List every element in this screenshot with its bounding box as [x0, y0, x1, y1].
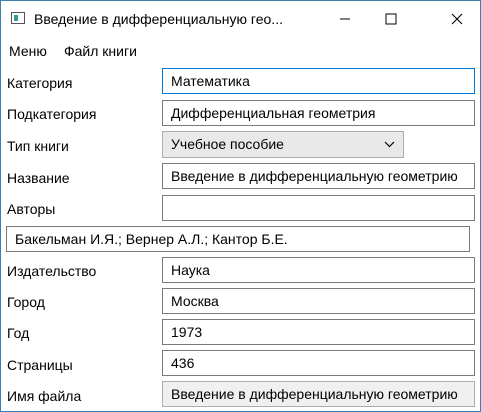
menu-item-menu[interactable]: Меню: [9, 43, 47, 59]
minimize-button[interactable]: [322, 1, 368, 37]
year-input[interactable]: 1973: [162, 319, 475, 345]
city-label: Город: [7, 294, 45, 310]
subcategory-input[interactable]: Дифференциальная геометрия: [162, 100, 475, 126]
chevron-down-icon: [384, 141, 395, 148]
authors-input[interactable]: [162, 195, 475, 221]
book-type-value: Учебное пособие: [171, 136, 284, 152]
year-label: Год: [7, 325, 30, 341]
authors-label: Авторы: [7, 201, 56, 217]
filename-label: Имя файла: [7, 388, 82, 404]
minimize-icon: [340, 18, 350, 20]
pages-label: Страницы: [7, 357, 73, 373]
city-input[interactable]: Москва: [162, 288, 475, 314]
title-label: Название: [7, 170, 70, 186]
pages-input[interactable]: 436: [162, 350, 475, 376]
publisher-label: Издательство: [7, 263, 97, 279]
title-input[interactable]: Введение в дифференциальную геометрию: [162, 163, 475, 189]
menu-bar: Меню Файл книги: [1, 39, 480, 63]
book-type-label: Тип книги: [7, 138, 69, 154]
publisher-input[interactable]: Наука: [162, 257, 475, 283]
window-title: Введение в дифференциальную гео...: [34, 11, 283, 27]
maximize-icon: [385, 13, 397, 25]
close-button[interactable]: [434, 1, 480, 37]
main-window: Введение в дифференциальную гео... Меню …: [0, 0, 481, 412]
menu-item-book-file[interactable]: Файл книги: [64, 43, 137, 59]
category-input[interactable]: Математика: [162, 68, 475, 94]
book-type-select[interactable]: Учебное пособие: [162, 131, 404, 158]
close-icon: [451, 13, 463, 25]
title-bar[interactable]: Введение в дифференциальную гео...: [1, 1, 480, 39]
subcategory-label: Подкатегория: [7, 106, 97, 122]
category-label: Категория: [7, 75, 73, 91]
maximize-button[interactable]: [368, 1, 414, 37]
app-window-icon: [11, 12, 25, 24]
filename-field[interactable]: Введение в дифференциальную геометрию: [162, 381, 475, 407]
authors-list-field[interactable]: Бакельман И.Я.; Вернер А.Л.; Кантор Б.Е.: [6, 226, 470, 252]
